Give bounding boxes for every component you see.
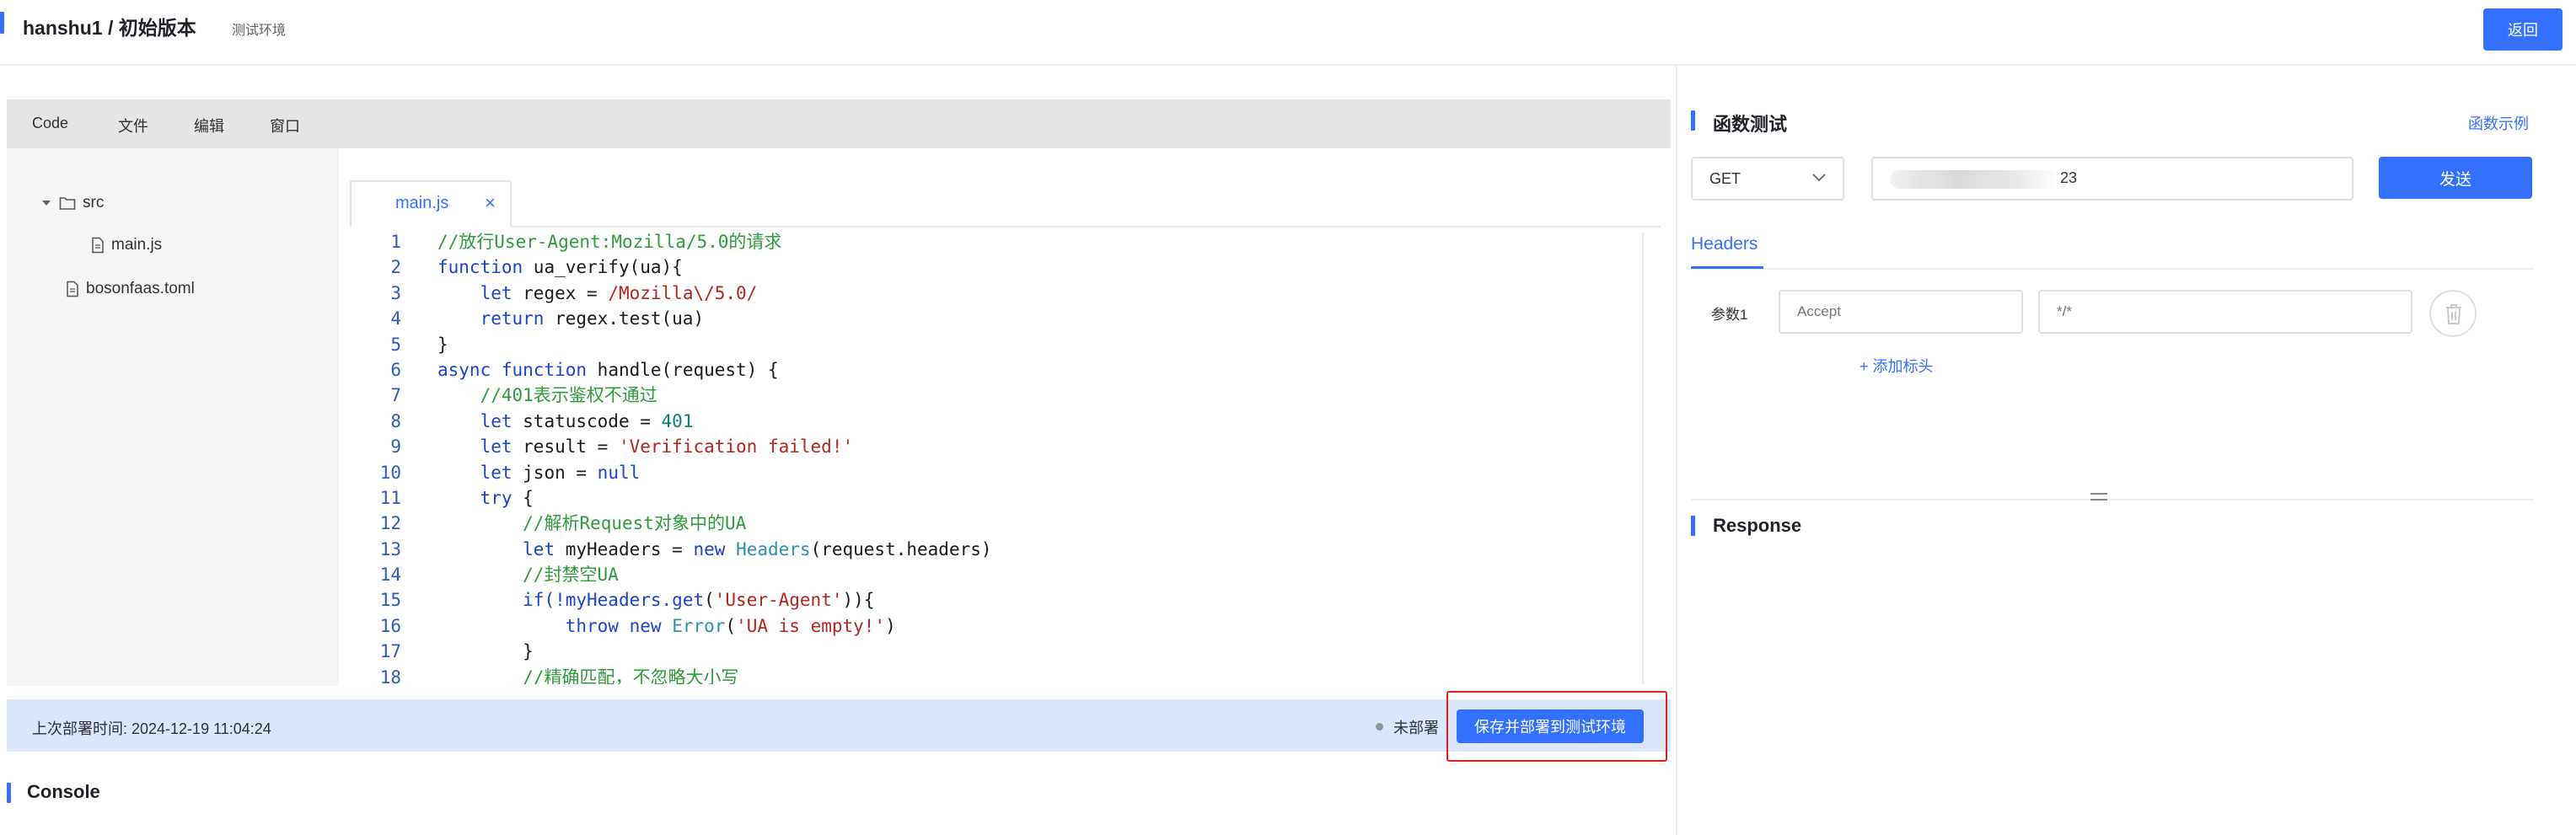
tab-headers[interactable]: Headers — [1691, 234, 1758, 254]
response-accent-bar — [1691, 516, 1695, 536]
close-icon[interactable]: × — [485, 192, 496, 214]
delete-header-button[interactable] — [2429, 290, 2477, 337]
file-icon — [67, 281, 78, 297]
chevron-down-icon — [1812, 174, 1826, 182]
deploy-status: 未部署 — [1393, 720, 1439, 736]
code-line: 17 } — [379, 641, 534, 662]
tabs-divider — [1691, 268, 2534, 270]
status-dot-icon — [1376, 723, 1383, 731]
file-tree: src main.js bosonfaas.toml — [7, 148, 343, 686]
title-accent-bar — [0, 12, 4, 34]
code-line: 6 async function handle(request) { — [390, 359, 779, 380]
tab-label: main.js — [395, 194, 449, 212]
blurred-url-region — [1890, 170, 2058, 189]
code-line: 18 //精确匹配，不忽略大小写 — [379, 666, 739, 684]
code-line: 8 let statuscode = 401 — [390, 410, 694, 431]
tree-file-label: main.js — [111, 236, 163, 254]
code-line: 12 //解析Request对象中的UA — [379, 513, 747, 534]
resize-handle[interactable] — [2090, 493, 2107, 503]
trash-icon — [2446, 304, 2461, 324]
active-tab-indicator — [1691, 266, 1763, 269]
code-line: 5} — [390, 334, 448, 355]
menu-edit[interactable]: 编辑 — [194, 115, 224, 136]
page-header: hanshu1 / 初始版本 测试环境 返回 — [0, 0, 2576, 66]
param-label: 参数1 — [1711, 307, 1748, 323]
add-header-link[interactable]: + 添加标头 — [1860, 355, 1934, 377]
tree-file-label: bosonfaas.toml — [86, 280, 195, 297]
deploy-bar: 上次部署时间: 2024-12-19 11:04:24 未部署 — [7, 699, 1671, 752]
code-line: 2 function ua_verify(ua){ — [390, 257, 683, 278]
last-deploy-time: 上次部署时间: 2024-12-19 11:04:24 — [32, 720, 271, 737]
code-line: 1//放行User-Agent:Mozilla/5.0的请求 — [390, 232, 782, 252]
test-accent-bar — [1691, 110, 1695, 131]
folder-icon — [59, 197, 76, 210]
send-button[interactable]: 发送 — [2379, 157, 2532, 199]
code-line: 15 if(!myHeaders.get('User-Agent')){ — [379, 590, 875, 611]
code-line: 9 let result = 'Verification failed!' — [390, 436, 854, 458]
code-line: 16 throw new Error('UA is empty!') — [379, 615, 896, 636]
tree-file-toml[interactable]: bosonfaas.toml — [66, 280, 195, 298]
editor-menubar: Code 文件 编辑 窗口 — [7, 99, 1671, 148]
code-line: 3 let regex = /Mozilla\/5.0/ — [390, 282, 758, 303]
menu-code[interactable]: Code — [32, 115, 68, 132]
page-title: hanshu1 / 初始版本 — [23, 17, 196, 39]
response-divider — [1691, 499, 2534, 500]
tree-folder-label: src — [83, 194, 105, 211]
tab-main-js[interactable]: main.js × — [350, 180, 512, 227]
code-line: 7 //401表示鉴权不通过 — [390, 385, 657, 406]
response-title: Response — [1713, 515, 1802, 536]
console-title: Console — [27, 781, 100, 802]
tabs-divider — [350, 226, 1661, 227]
menu-window[interactable]: 窗口 — [270, 115, 300, 136]
code-line: 11 try { — [379, 487, 534, 508]
menu-file[interactable]: 文件 — [118, 115, 148, 136]
code-line: 10 let json = null — [379, 462, 641, 483]
url-text: 23 — [2060, 169, 2078, 186]
tree-file-main-js[interactable]: main.js — [91, 236, 162, 254]
code-area[interactable]: 1//放行User-Agent:Mozilla/5.0的请求 2 function… — [354, 229, 1644, 684]
method-value: GET — [1709, 170, 1741, 187]
editor-scrollbar[interactable] — [1642, 233, 1659, 684]
back-button[interactable]: 返回 — [2483, 8, 2563, 51]
caret-down-icon — [42, 201, 51, 206]
header-value-input[interactable] — [2038, 290, 2412, 334]
panel-divider — [1676, 66, 1677, 835]
tree-folder-src[interactable]: src — [40, 194, 104, 212]
method-select[interactable]: GET — [1691, 157, 1844, 201]
code-line: 13 let myHeaders = new Headers(request.h… — [379, 538, 992, 559]
url-input[interactable]: 23 — [1871, 157, 2353, 201]
highlight-box — [1446, 691, 1667, 762]
code-line: 4 return regex.test(ua) — [390, 308, 705, 329]
test-panel-title: 函数测试 — [1713, 114, 1788, 135]
header-key-input[interactable] — [1779, 290, 2023, 334]
code-line: 14 //封禁空UA — [379, 565, 619, 586]
env-label: 测试环境 — [232, 24, 287, 38]
console-accent-bar — [7, 783, 11, 803]
function-example-link[interactable]: 函数示例 — [2468, 112, 2529, 134]
file-icon — [92, 237, 104, 254]
app-root: hanshu1 / 初始版本 测试环境 返回 Code 文件 编辑 窗口 src… — [0, 0, 2576, 835]
